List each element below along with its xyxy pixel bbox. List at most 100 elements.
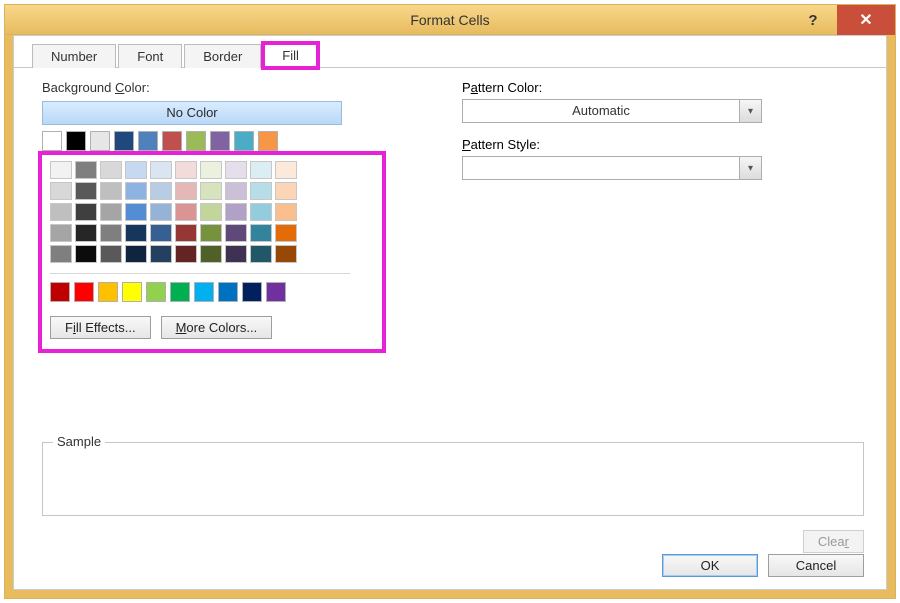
color-swatch[interactable] bbox=[250, 203, 272, 221]
color-swatch[interactable] bbox=[122, 282, 142, 302]
window-controls: ? ✕ bbox=[789, 5, 895, 35]
tab-font[interactable]: Font bbox=[118, 44, 182, 68]
pattern-style-label: Pattern Style: bbox=[462, 137, 864, 152]
color-swatch[interactable] bbox=[225, 245, 247, 263]
help-button[interactable]: ? bbox=[789, 5, 837, 35]
color-swatch[interactable] bbox=[200, 182, 222, 200]
color-swatch[interactable] bbox=[175, 182, 197, 200]
no-color-button[interactable]: No Color bbox=[42, 101, 342, 125]
color-swatch[interactable] bbox=[150, 161, 172, 179]
grid-separator bbox=[50, 273, 350, 274]
color-swatch[interactable] bbox=[225, 203, 247, 221]
tab-number[interactable]: Number bbox=[32, 44, 116, 68]
color-swatch[interactable] bbox=[194, 282, 214, 302]
color-swatch[interactable] bbox=[75, 182, 97, 200]
color-swatch[interactable] bbox=[50, 245, 72, 263]
color-swatch[interactable] bbox=[98, 282, 118, 302]
color-swatch[interactable] bbox=[258, 131, 278, 151]
color-swatch[interactable] bbox=[266, 282, 286, 302]
tabs-strip: Number Font Border Fill bbox=[14, 36, 886, 68]
color-swatch[interactable] bbox=[42, 131, 62, 151]
color-swatch[interactable] bbox=[242, 282, 262, 302]
background-color-label: Background Color: bbox=[42, 80, 402, 95]
color-swatch[interactable] bbox=[100, 161, 122, 179]
color-swatch[interactable] bbox=[75, 245, 97, 263]
color-swatch[interactable] bbox=[250, 182, 272, 200]
color-swatch[interactable] bbox=[150, 182, 172, 200]
color-swatch[interactable] bbox=[200, 245, 222, 263]
color-swatch[interactable] bbox=[66, 131, 86, 151]
color-swatch[interactable] bbox=[50, 224, 72, 242]
color-swatch[interactable] bbox=[225, 161, 247, 179]
color-swatch[interactable] bbox=[150, 224, 172, 242]
color-swatch[interactable] bbox=[275, 224, 297, 242]
pattern-color-label: Pattern Color: bbox=[462, 80, 864, 95]
color-swatch[interactable] bbox=[146, 282, 166, 302]
tab-fill[interactable]: Fill bbox=[263, 43, 318, 68]
color-swatch[interactable] bbox=[50, 182, 72, 200]
color-swatch[interactable] bbox=[234, 131, 254, 151]
color-swatch[interactable] bbox=[275, 182, 297, 200]
ok-button[interactable]: OK bbox=[662, 554, 758, 577]
pattern-color-value: Automatic bbox=[463, 100, 739, 122]
format-cells-window: Format Cells ? ✕ Number Font Border Fill… bbox=[4, 4, 896, 599]
more-colors-button[interactable]: More Colors... bbox=[161, 316, 273, 339]
color-swatch[interactable] bbox=[250, 161, 272, 179]
color-swatch[interactable] bbox=[210, 131, 230, 151]
color-swatch[interactable] bbox=[200, 224, 222, 242]
chevron-down-icon: ▾ bbox=[739, 100, 761, 122]
color-swatch[interactable] bbox=[162, 131, 182, 151]
color-swatch[interactable] bbox=[114, 131, 134, 151]
color-swatch[interactable] bbox=[100, 224, 122, 242]
color-swatch[interactable] bbox=[50, 282, 70, 302]
color-swatch[interactable] bbox=[100, 182, 122, 200]
titlebar: Format Cells ? ✕ bbox=[5, 5, 895, 35]
color-swatch[interactable] bbox=[275, 161, 297, 179]
color-swatch[interactable] bbox=[186, 131, 206, 151]
color-swatch[interactable] bbox=[275, 245, 297, 263]
color-swatch[interactable] bbox=[125, 182, 147, 200]
color-swatch[interactable] bbox=[75, 203, 97, 221]
color-swatch[interactable] bbox=[170, 282, 190, 302]
color-swatch[interactable] bbox=[50, 203, 72, 221]
color-swatch[interactable] bbox=[250, 245, 272, 263]
color-swatch[interactable] bbox=[100, 203, 122, 221]
color-swatch[interactable] bbox=[175, 161, 197, 179]
color-swatch[interactable] bbox=[200, 161, 222, 179]
dialog-panel: Number Font Border Fill Background Color… bbox=[13, 35, 887, 590]
color-swatch[interactable] bbox=[150, 203, 172, 221]
color-swatch[interactable] bbox=[225, 224, 247, 242]
color-swatch[interactable] bbox=[75, 224, 97, 242]
color-swatch[interactable] bbox=[150, 245, 172, 263]
color-swatch[interactable] bbox=[250, 224, 272, 242]
fill-effects-button[interactable]: Fill Effects... bbox=[50, 316, 151, 339]
theme-color-grid bbox=[50, 161, 374, 263]
color-swatch[interactable] bbox=[100, 245, 122, 263]
color-swatch[interactable] bbox=[74, 282, 94, 302]
close-button[interactable]: ✕ bbox=[837, 5, 895, 35]
color-swatch[interactable] bbox=[275, 203, 297, 221]
color-swatch[interactable] bbox=[125, 203, 147, 221]
window-body: Number Font Border Fill Background Color… bbox=[5, 35, 895, 598]
background-color-section: Background Color: No Color Fill Effects.… bbox=[42, 80, 402, 349]
color-swatch[interactable] bbox=[75, 161, 97, 179]
color-swatch[interactable] bbox=[175, 224, 197, 242]
sample-group: Sample bbox=[42, 438, 864, 516]
color-swatch[interactable] bbox=[200, 203, 222, 221]
color-swatch[interactable] bbox=[175, 245, 197, 263]
color-swatch[interactable] bbox=[50, 161, 72, 179]
cancel-button[interactable]: Cancel bbox=[768, 554, 864, 577]
color-swatch[interactable] bbox=[218, 282, 238, 302]
pattern-color-dropdown[interactable]: Automatic ▾ bbox=[462, 99, 762, 123]
color-swatch[interactable] bbox=[138, 131, 158, 151]
theme-color-highlight: Fill Effects... More Colors... bbox=[42, 155, 382, 349]
color-swatch[interactable] bbox=[125, 161, 147, 179]
color-swatch[interactable] bbox=[175, 203, 197, 221]
color-swatch[interactable] bbox=[125, 245, 147, 263]
pattern-style-dropdown[interactable]: ▾ bbox=[462, 156, 762, 180]
color-swatch[interactable] bbox=[125, 224, 147, 242]
tab-border[interactable]: Border bbox=[184, 44, 261, 68]
standard-color-row bbox=[50, 282, 374, 302]
color-swatch[interactable] bbox=[225, 182, 247, 200]
color-swatch[interactable] bbox=[90, 131, 110, 151]
